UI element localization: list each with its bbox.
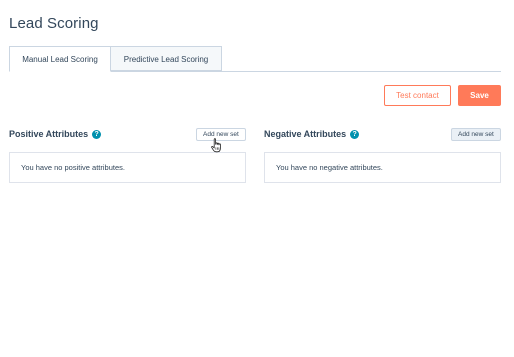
tab-predictive-lead-scoring[interactable]: Predictive Lead Scoring xyxy=(111,46,222,71)
hand-pointer-icon xyxy=(211,138,221,153)
positive-attributes-empty-state: You have no positive attributes. xyxy=(9,152,246,183)
test-contact-button[interactable]: Test contact xyxy=(384,85,451,106)
save-button[interactable]: Save xyxy=(458,85,501,106)
tab-manual-lead-scoring[interactable]: Manual Lead Scoring xyxy=(9,46,111,72)
negative-attributes-title: Negative Attributes xyxy=(264,129,347,139)
negative-attributes-heading: Negative Attributes ? xyxy=(264,129,360,139)
help-icon[interactable]: ? xyxy=(92,129,102,139)
page-title: Lead Scoring xyxy=(9,15,99,32)
positive-attributes-title: Positive Attributes xyxy=(9,129,89,139)
tab-bar: Manual Lead Scoring Predictive Lead Scor… xyxy=(9,46,501,72)
add-negative-set-button[interactable]: Add new set xyxy=(451,128,501,141)
positive-attributes-heading: Positive Attributes ? xyxy=(9,129,102,139)
help-icon[interactable]: ? xyxy=(350,129,360,139)
negative-attributes-empty-state: You have no negative attributes. xyxy=(264,152,501,183)
